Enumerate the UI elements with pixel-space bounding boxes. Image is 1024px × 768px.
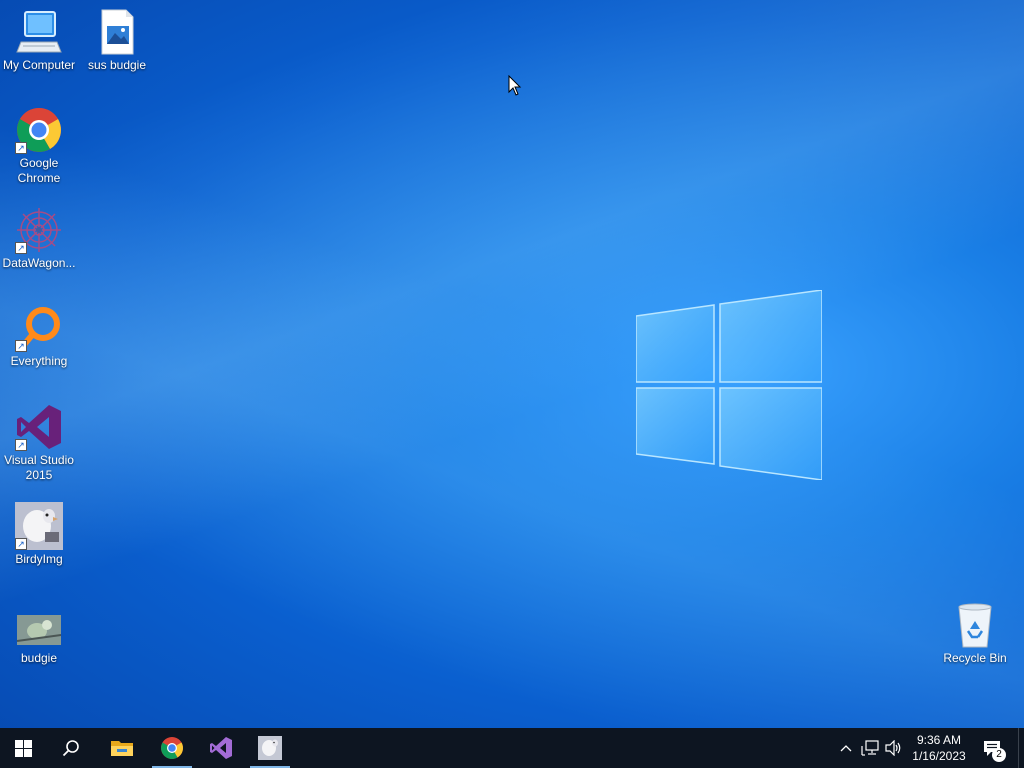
notification-count-badge: 2 — [992, 748, 1006, 762]
chrome-icon — [161, 737, 183, 759]
visual-studio-icon: ↗ — [15, 403, 63, 451]
speaker-icon — [885, 740, 901, 756]
clock-date: 1/16/2023 — [912, 749, 966, 763]
show-desktop-button[interactable] — [1018, 728, 1024, 768]
desktop-icon-google-chrome[interactable]: ↗ Google Chrome — [0, 106, 78, 186]
everything-search-icon: ↗ — [15, 304, 63, 352]
visual-studio-icon — [210, 737, 232, 759]
bird-image-icon: ↗ — [15, 502, 63, 550]
desktop-icon-datawagon[interactable]: ↗ DataWagon... — [0, 206, 78, 271]
shortcut-arrow-icon: ↗ — [15, 142, 27, 154]
volume-button[interactable] — [884, 738, 904, 758]
network-icon — [861, 740, 879, 756]
windows-logo-wallpaper — [636, 290, 822, 480]
desktop-icon-sus-budgie[interactable]: sus budgie — [78, 8, 156, 73]
recycle-bin-icon — [951, 601, 999, 649]
shortcut-arrow-icon: ↗ — [15, 538, 27, 550]
chrome-icon: ↗ — [15, 106, 63, 154]
desktop-icon-visual-studio[interactable]: ↗ Visual Studio 2015 — [0, 403, 78, 483]
desktop-icon-my-computer[interactable]: My Computer — [0, 8, 78, 73]
desktop-icon-budgie[interactable]: budgie — [0, 601, 78, 666]
network-button[interactable] — [860, 738, 880, 758]
folder-icon — [111, 741, 133, 756]
desktop-icon-label: Google Chrome — [17, 156, 61, 185]
search-icon — [62, 740, 79, 757]
budgie-photo-icon — [15, 601, 63, 649]
datawagon-icon: ↗ — [15, 206, 63, 254]
desktop-icon-everything[interactable]: ↗ Everything — [0, 304, 78, 369]
desktop-icon-label: Recycle Bin — [943, 651, 1007, 665]
desktop-icon-label: Everything — [10, 354, 68, 368]
search-button[interactable] — [48, 728, 94, 768]
desktop-icon-birdyimg[interactable]: ↗ BirdyImg — [0, 502, 78, 567]
bird-image-icon — [258, 736, 282, 760]
windows-start-icon — [14, 739, 32, 757]
shortcut-arrow-icon: ↗ — [15, 340, 27, 352]
taskbar-birdyimg[interactable] — [247, 728, 293, 768]
clock[interactable]: 9:36 AM 1/16/2023 — [904, 732, 974, 764]
start-button[interactable] — [0, 728, 46, 768]
taskbar-chrome[interactable] — [149, 728, 195, 768]
mouse-cursor-icon — [508, 75, 522, 96]
shortcut-arrow-icon: ↗ — [15, 439, 27, 451]
desktop-icon-label: DataWagon... — [2, 256, 76, 270]
wallpaper-light-beam — [0, 0, 1024, 728]
desktop-icon-label: sus budgie — [87, 58, 147, 72]
computer-icon — [15, 8, 63, 56]
desktop-icon-label: budgie — [20, 651, 58, 665]
desktop-icon-recycle-bin[interactable]: Recycle Bin — [936, 601, 1014, 666]
taskbar-file-explorer[interactable] — [99, 728, 145, 768]
taskbar: 9:36 AM 1/16/2023 2 — [0, 728, 1024, 768]
desktop-icon-label: BirdyImg — [15, 552, 63, 566]
desktop-icon-label: My Computer — [2, 58, 76, 72]
desktop-icon-label: Visual Studio 2015 — [4, 453, 74, 482]
chevron-up-icon — [840, 745, 852, 752]
taskbar-visual-studio[interactable] — [198, 728, 244, 768]
wallpaper-light-beam — [0, 0, 1024, 728]
show-hidden-icons-button[interactable] — [836, 738, 856, 758]
clock-time: 9:36 AM — [916, 733, 962, 747]
shortcut-arrow-icon: ↗ — [15, 242, 27, 254]
image-file-icon — [93, 8, 141, 56]
